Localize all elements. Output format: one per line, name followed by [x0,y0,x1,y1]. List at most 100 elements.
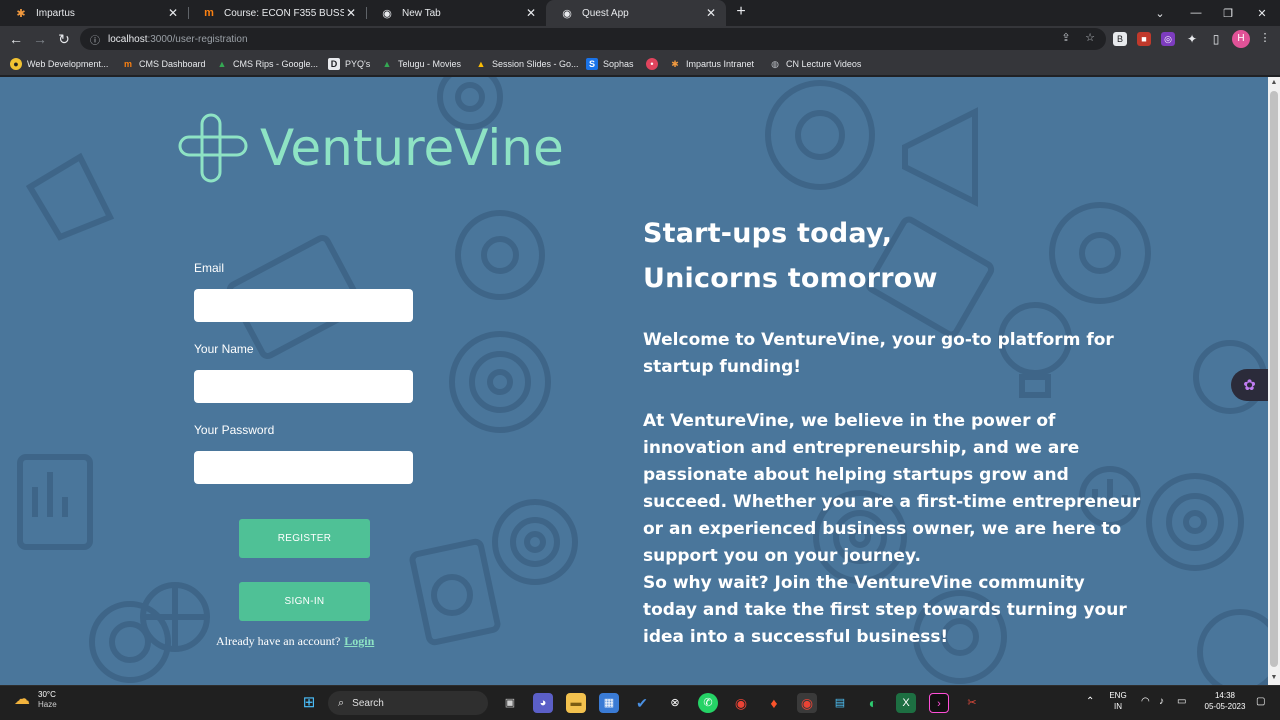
volume-icon[interactable]: ♪ [1159,696,1164,707]
chrome-taskbar-icon[interactable]: ◉ [731,693,751,713]
temperature: 30°C [38,690,56,699]
new-tab-button[interactable]: + [732,3,750,21]
restore-icon[interactable]: ❐ [1210,0,1246,26]
chrome-profile-taskbar-icon[interactable]: ◉ [797,693,817,713]
extensions-puzzle-icon[interactable]: ✦ [1185,32,1199,46]
tab-title: New Tab [402,7,441,19]
minimize-icon[interactable]: — [1178,0,1214,26]
todo-icon[interactable]: ✔ [632,693,652,713]
close-icon[interactable]: ✕ [524,6,538,20]
back-icon[interactable]: ← [6,29,26,49]
account-text: Already have an account? [216,634,341,648]
scroll-down-icon[interactable]: ▼ [1270,674,1278,681]
bookmark-item[interactable]: • [646,56,663,72]
close-icon[interactable]: ✕ [704,6,718,20]
teams-chat-icon[interactable]: ◕ [533,693,553,713]
bookmark-label: Impartus Intranet [686,59,755,69]
file-explorer-icon[interactable]: ▬ [566,693,586,713]
bookmark-item[interactable]: ● Web Development... [10,56,108,72]
bookmark-item[interactable]: ▲ Session Slides - Go... [475,56,579,72]
forward-icon[interactable]: → [30,29,50,49]
info-icon[interactable]: ⓘ [90,32,100,47]
notepad-icon[interactable]: ▤ [830,693,850,713]
venturevine-logo: VentureVine [178,113,564,183]
close-icon[interactable]: ✕ [344,6,358,20]
time: 14:38 [1214,691,1236,700]
name-field[interactable] [194,370,413,403]
language-line2: IN [1114,702,1122,711]
notification-icon[interactable]: ▢ [1256,696,1265,707]
snipping-tool-icon[interactable]: ✂ [962,693,982,713]
edge-icon[interactable]: ◐ [863,693,883,713]
close-icon[interactable]: ✕ [166,6,180,20]
gear-icon [765,80,875,190]
language-indicator[interactable]: ENG IN [1105,690,1131,712]
extension-brain-icon[interactable]: ◎ [1161,32,1175,46]
bookmark-item[interactable]: ▲ CMS Rips - Google... [216,56,319,72]
terminal-icon[interactable]: › [929,693,949,713]
scroll-up-icon[interactable]: ▲ [1270,79,1278,86]
extension-red-icon[interactable]: ■ [1137,32,1151,46]
browser-toolbar: ← → ↻ ⓘ localhost:3000/user-registration… [0,26,1280,52]
bookmark-item[interactable]: ◍ CN Lecture Videos [769,56,861,72]
battery-icon[interactable]: ▭ [1177,696,1186,707]
weather-condition: Haze [38,700,57,709]
clock[interactable]: 14:38 05-05-2023 [1198,690,1252,712]
bookmark-item[interactable]: D PYQ's [328,56,370,72]
tab-course[interactable]: m Course: ECON F355 BUSS ANAL & ✕ [188,0,366,26]
windows-start-icon[interactable]: ⊞ [299,693,319,713]
excel-icon[interactable]: X [896,693,916,713]
bookmark-item[interactable]: ▲ Telugu - Movies [381,56,462,72]
sign-in-button[interactable]: SIGN-IN [239,582,370,621]
scrollbar-thumb[interactable] [1270,91,1278,667]
brave-icon[interactable]: ♦ [764,693,784,713]
name-label: Your Name [194,342,254,356]
tab-new-tab[interactable]: ◉ New Tab ✕ [366,0,546,26]
sophas-icon: S [586,58,598,70]
address-bar[interactable]: ⓘ localhost:3000/user-registration [80,28,1106,50]
task-view-icon[interactable]: ▣ [500,693,520,713]
register-button[interactable]: REGISTER [239,519,370,558]
tab-impartus[interactable]: ✱ Impartus ✕ [0,0,188,26]
tab-quest-app[interactable]: ◉ Quest App ✕ [546,0,726,26]
bookmark-label: CMS Dashboard [139,59,206,69]
wifi-icon[interactable]: ◠ [1141,696,1150,707]
bookmark-label: PYQ's [345,59,371,69]
window-close-icon[interactable]: ✕ [1244,0,1280,26]
whatsapp-icon[interactable]: ✆ [698,693,718,713]
reload-icon[interactable]: ↻ [54,29,74,49]
microsoft-store-icon[interactable]: ▦ [599,693,619,713]
about-text: At VentureVine, we believe in the power … [643,411,1141,566]
bookmark-item[interactable]: S Sophas [586,56,634,72]
hero-title-line1: Start-ups today, [643,218,893,249]
bookmark-item[interactable]: ✱ Impartus Intranet [669,56,754,72]
weather-widget[interactable]: ☁ 30°C Haze [14,690,57,710]
hero-title-line2: Unicorns tomorrow [643,263,938,294]
tab-search-chevron-icon[interactable]: ⌄ [1142,0,1178,26]
globe-icon [140,582,210,652]
show-hidden-icons-icon[interactable]: ⌃ [1086,696,1094,707]
target-icon [449,331,551,433]
extension-b-icon[interactable]: B [1113,32,1127,46]
bookmark-star-icon[interactable]: ☆ [1083,31,1097,45]
page-scrollbar[interactable]: ▲ ▼ [1268,77,1280,685]
browser-tab-strip: ✱ Impartus ✕ m Course: ECON F355 BUSS AN… [0,0,1280,26]
share-icon[interactable]: ⇪ [1059,31,1073,45]
menu-kebab-icon[interactable]: ⋮ [1258,31,1272,45]
profile-avatar[interactable]: H [1232,30,1250,48]
xbox-icon[interactable]: ⊗ [665,693,685,713]
hero-description: Welcome to VentureVine, your go-to platf… [643,327,1143,651]
target-icon [492,499,578,585]
password-field[interactable] [194,451,413,484]
account-prompt: Already have an account? Login [216,634,374,649]
brain-extension-widget[interactable]: ✿ [1231,369,1268,401]
moodle-icon: m [123,59,132,69]
url-host: localhost [108,33,148,45]
taskbar-search[interactable]: ⌕ Search [328,691,488,715]
hero-section: Start-ups today, Unicorns tomorrow Welco… [643,211,1143,651]
login-link[interactable]: Login [344,634,374,648]
bookmark-item[interactable]: m CMS Dashboard [122,56,206,72]
language-line1: ENG [1109,691,1127,700]
side-panel-icon[interactable]: ▯ [1209,32,1223,46]
email-field[interactable] [194,289,413,322]
